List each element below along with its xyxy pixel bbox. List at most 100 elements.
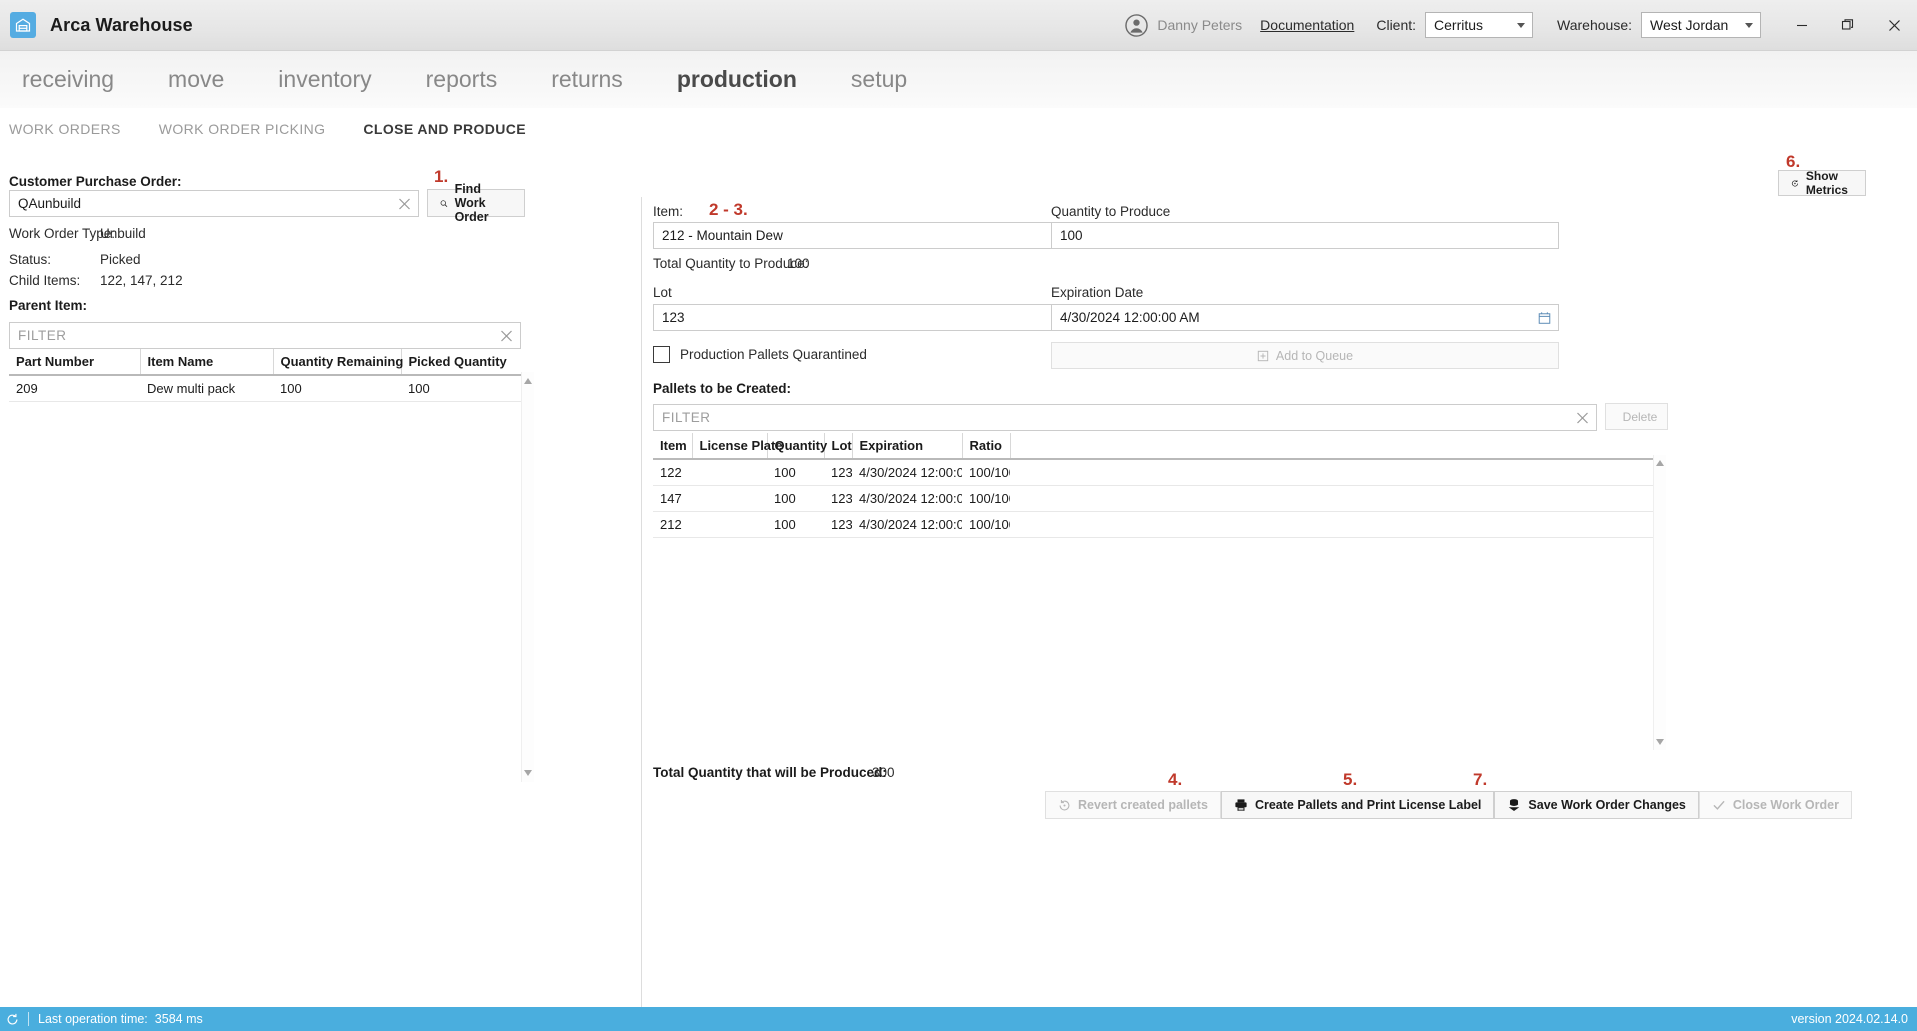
metrics-clock-icon: [1791, 179, 1798, 187]
nav-item-move[interactable]: move: [160, 66, 232, 93]
pallets-table-scrollbar[interactable]: [1653, 455, 1666, 750]
cell-expiration: 4/30/2024 12:00:00 AM: [852, 511, 962, 538]
cell-lot: 123: [824, 485, 852, 512]
child-items-label: Child Items:: [9, 273, 81, 288]
save-icon: [1509, 799, 1520, 811]
parent-table-scrollbar[interactable]: [521, 372, 534, 782]
clear-x-icon[interactable]: [1576, 411, 1589, 424]
delete-pallet-button[interactable]: Delete: [1605, 403, 1668, 430]
total-produced-label: Total Quantity that will be Produced:: [653, 765, 887, 780]
scroll-down-icon[interactable]: [1656, 739, 1664, 745]
expiration-date-input[interactable]: 4/30/2024 12:00:00 AM: [1051, 304, 1559, 331]
client-label: Client:: [1376, 17, 1417, 33]
pallets-filter-input[interactable]: FILTER: [653, 404, 1597, 431]
total-produced-value: 300: [872, 765, 895, 780]
scroll-down-icon[interactable]: [524, 770, 532, 776]
close-button[interactable]: [1871, 0, 1917, 50]
cell-filler: [1010, 511, 1666, 538]
show-metrics-button[interactable]: Show Metrics: [1778, 169, 1866, 197]
customer-po-input[interactable]: QAunbuild: [9, 190, 419, 217]
last-operation-value: 3584 ms: [154, 1012, 203, 1026]
col-ratio[interactable]: Ratio: [962, 433, 1011, 460]
documentation-link[interactable]: Documentation: [1260, 17, 1354, 33]
parent-item-filter-placeholder: FILTER: [18, 328, 67, 343]
col-item-name[interactable]: Item Name: [140, 349, 274, 376]
parent-item-table: Part Number Item Name Quantity Remaining…: [9, 349, 521, 402]
minimize-button[interactable]: [1779, 0, 1825, 50]
table-row[interactable]: 212 100 123 4/30/2024 12:00:00 AM 100/10…: [653, 511, 1666, 538]
create-pallets-print-label-text: Create Pallets and Print License Label: [1254, 798, 1482, 812]
user-chip[interactable]: Danny Peters: [1125, 13, 1243, 37]
table-row[interactable]: 122 100 123 4/30/2024 12:00:00 AM 100/10…: [653, 459, 1666, 486]
scroll-up-icon[interactable]: [524, 378, 532, 384]
nav-item-production[interactable]: production: [669, 66, 805, 93]
cell-filler: [1010, 459, 1666, 486]
add-to-queue-label: Add to Queue: [1275, 348, 1354, 363]
col-license-plate[interactable]: License Plate: [692, 433, 783, 460]
minimize-icon: [1797, 24, 1807, 27]
close-work-order-button[interactable]: Close Work Order: [1698, 791, 1852, 819]
customer-po-value: QAunbuild: [18, 196, 82, 211]
col-quantity[interactable]: Quantity: [767, 433, 827, 460]
lot-value: 123: [662, 310, 685, 325]
pallets-filter-placeholder: FILTER: [662, 410, 711, 425]
clear-x-icon[interactable]: [398, 197, 411, 210]
item-value: 212 - Mountain Dew: [662, 228, 783, 243]
save-work-order-changes-label: Save Work Order Changes: [1528, 798, 1686, 812]
col-lot[interactable]: Lot: [824, 433, 853, 460]
annotation-2-3: 2 - 3.: [709, 200, 748, 219]
content-area: 1. Customer Purchase Order: QAunbuild Fi…: [0, 152, 1917, 1017]
nav-item-returns[interactable]: returns: [543, 66, 631, 93]
col-item[interactable]: Item: [653, 433, 693, 460]
quantity-to-produce-value: 100: [1060, 228, 1083, 243]
annotation-4: 4.: [1168, 770, 1183, 789]
quarantined-checkbox-row[interactable]: Production Pallets Quarantined: [653, 346, 867, 363]
cell-quantity: 100: [767, 511, 824, 538]
last-operation-label: Last operation time:: [38, 1012, 148, 1026]
expiration-date-value: 4/30/2024 12:00:00 AM: [1060, 310, 1200, 325]
quarantined-checkbox[interactable]: [653, 346, 670, 363]
col-quantity-remaining[interactable]: Quantity Remaining: [273, 349, 403, 376]
cell-expiration: 4/30/2024 12:00:00 AM: [852, 485, 962, 512]
expiration-date-label: Expiration Date: [1051, 285, 1144, 300]
tab-work-orders[interactable]: WORK ORDERS: [9, 121, 121, 137]
parent-item-label: Parent Item:: [9, 298, 88, 313]
title-bar: Arca Warehouse Danny Peters Documentatio…: [0, 0, 1917, 51]
save-work-order-changes-button[interactable]: Save Work Order Changes: [1494, 791, 1699, 819]
warehouse-value: West Jordan: [1650, 17, 1729, 33]
warehouse-label: Warehouse:: [1557, 17, 1632, 33]
scroll-up-icon[interactable]: [1656, 460, 1664, 466]
add-to-queue-button[interactable]: Add to Queue: [1051, 342, 1559, 369]
printer-icon: [1235, 799, 1247, 811]
calendar-icon[interactable]: [1538, 311, 1551, 324]
nav-item-receiving[interactable]: receiving: [14, 66, 122, 93]
col-picked-quantity[interactable]: Picked Quantity: [401, 349, 521, 376]
nav-item-reports[interactable]: reports: [418, 66, 506, 93]
create-pallets-print-label-button[interactable]: Create Pallets and Print License Label: [1220, 791, 1495, 819]
tab-work-order-picking[interactable]: WORK ORDER PICKING: [159, 121, 326, 137]
clear-x-icon[interactable]: [500, 329, 513, 342]
nav-item-setup[interactable]: setup: [843, 66, 915, 93]
cell-license-plate: [692, 511, 767, 538]
user-name: Danny Peters: [1157, 17, 1243, 33]
table-row[interactable]: 209 Dew multi pack 100 100: [9, 375, 521, 402]
nav-item-inventory[interactable]: inventory: [270, 66, 379, 93]
col-part-number[interactable]: Part Number: [9, 349, 141, 376]
tab-close-and-produce[interactable]: CLOSE AND PRODUCE: [363, 121, 526, 137]
revert-created-pallets-label: Revert created pallets: [1078, 798, 1208, 812]
annotation-7: 7.: [1473, 770, 1488, 789]
action-button-bar: Revert created pallets Create Pallets an…: [1045, 791, 1852, 819]
client-dropdown[interactable]: Cerritus: [1425, 12, 1534, 38]
revert-created-pallets-button[interactable]: Revert created pallets: [1045, 791, 1221, 819]
check-icon: [1713, 800, 1725, 810]
annotation-5: 5.: [1343, 770, 1358, 789]
find-work-order-button[interactable]: Find Work Order: [427, 182, 525, 224]
col-expiration[interactable]: Expiration: [852, 433, 963, 460]
warehouse-dropdown[interactable]: West Jordan: [1641, 12, 1761, 38]
table-header-row: Item License Plate Quantity Lot Expirati…: [653, 433, 1666, 460]
refresh-icon[interactable]: [6, 1013, 19, 1026]
parent-item-filter-input[interactable]: FILTER: [9, 322, 521, 349]
maximize-button[interactable]: [1825, 0, 1871, 50]
table-row[interactable]: 147 100 123 4/30/2024 12:00:00 AM 100/10…: [653, 485, 1666, 512]
quantity-to-produce-input[interactable]: 100: [1051, 222, 1559, 249]
